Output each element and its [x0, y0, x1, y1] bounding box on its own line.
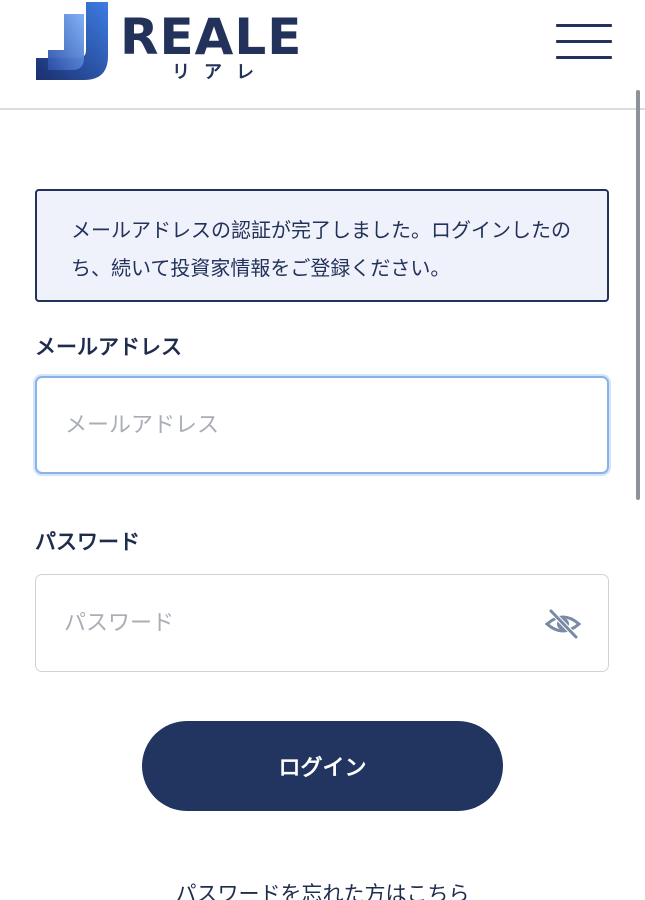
menu-line [556, 56, 612, 59]
menu-line [556, 40, 612, 43]
hamburger-menu-icon[interactable] [556, 24, 612, 60]
eye-slash-icon[interactable] [545, 608, 581, 640]
logo-mark-icon [36, 2, 108, 80]
verification-notice: メールアドレスの認証が完了しました。ログインしたのち、続いて投資家情報をご登録く… [35, 189, 609, 302]
forgot-password-link[interactable]: パスワードを忘れた方はこちら [0, 880, 645, 900]
site-header: REALE リアレ [0, 0, 645, 110]
password-input[interactable] [35, 574, 609, 672]
brand-name: REALE [120, 8, 303, 66]
email-label: メールアドレス [35, 335, 182, 359]
brand-kana: リアレ [172, 62, 268, 83]
email-input[interactable] [35, 376, 609, 474]
login-button[interactable]: ログイン [142, 721, 503, 811]
scrollbar[interactable] [636, 90, 640, 500]
menu-line [556, 24, 612, 27]
password-label: パスワード [35, 530, 140, 554]
notice-message: メールアドレスの認証が完了しました。ログインしたのち、続いて投資家情報をご登録く… [71, 218, 571, 280]
login-page: REALE リアレ メールアドレスの認証が完了しました。ログインしたのち、続いて… [0, 0, 645, 900]
brand-logo[interactable]: REALE リアレ [36, 0, 326, 90]
